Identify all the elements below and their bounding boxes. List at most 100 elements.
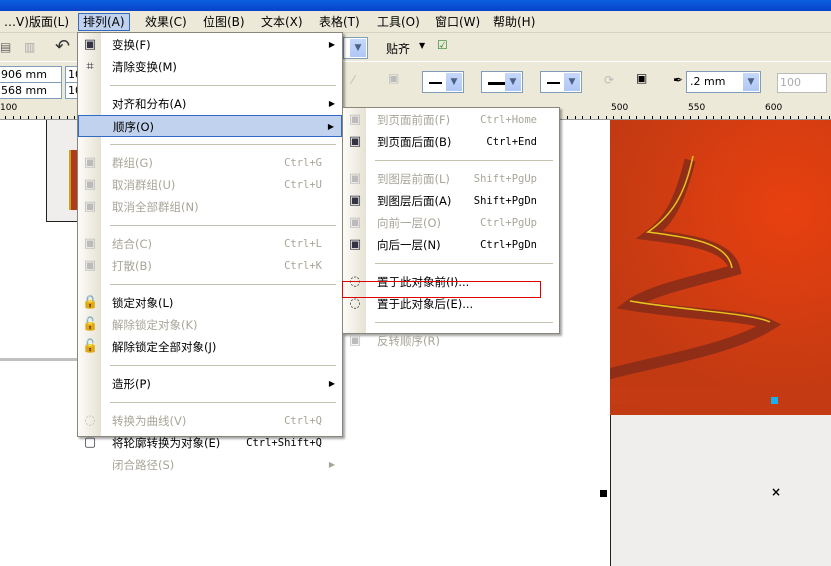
line-preview (429, 82, 442, 84)
unlock-icon: 🔓 (82, 317, 99, 332)
ruler-tick (760, 116, 761, 119)
paste-icon[interactable]: ▥ (24, 40, 35, 54)
ruler-tick (13, 116, 14, 119)
menu-item-shortcut: Ctrl+L (284, 238, 322, 250)
ruler-tick (752, 116, 753, 119)
menu-item-label: 打散(B) (112, 259, 152, 273)
canvas-divider (0, 358, 78, 361)
menu-separator (110, 144, 336, 145)
menu-separator (375, 322, 553, 323)
menu-arrange[interactable]: 排列(A) (78, 13, 130, 31)
ruler-tick (606, 116, 607, 119)
menu-item[interactable]: 文本(X) (257, 13, 307, 31)
break-apart-icon: ▣ (83, 258, 97, 273)
menu-item-label: 对齐和分布(A) (112, 97, 187, 111)
ruler-tick (575, 116, 576, 119)
wrap-text-icon[interactable]: ⟳ (604, 73, 614, 87)
menu-item-label: 到页面前面(F) (377, 113, 451, 127)
options-checklist-icon[interactable]: ☑ (437, 38, 448, 52)
submenu-arrow-icon: ▶ (328, 40, 335, 49)
ruler-tick (567, 116, 568, 119)
menu-item-label: 顺序(O) (113, 120, 155, 134)
menu-item: 🔓 解除锁定对象(K) (78, 314, 342, 336)
menu-item[interactable]: 位图(B) (199, 13, 249, 31)
break-apart-icon[interactable]: ▣ (388, 71, 399, 85)
ungroup-icon: ▣ (83, 177, 97, 192)
snap-button[interactable]: 贴齐 (386, 40, 410, 57)
to-front-icon[interactable]: ▣ (636, 71, 647, 85)
ruler-tick (729, 116, 730, 119)
menu-item-shortcut: Shift+PgDn (473, 195, 537, 207)
menu-item[interactable]: 顺序(O) ▶ (78, 115, 342, 137)
convert-to-curves-icon: ◌ (84, 413, 96, 428)
menu-item-shortcut: Ctrl+U (284, 179, 322, 191)
menu-item[interactable]: 🔓 解除锁定全部对象(J) (78, 336, 342, 358)
menu-item-label: 转换为曲线(V) (112, 414, 187, 428)
menu-item-label: 取消全部群组(N) (112, 200, 199, 214)
opacity-field[interactable]: 100 (777, 73, 827, 93)
outline-pen-icon[interactable]: ✒ (673, 73, 683, 87)
height-field[interactable]: 568 mm (0, 82, 62, 99)
menu-item: 闭合路径(S) ▶ (78, 454, 342, 476)
ruler-tick (644, 116, 645, 119)
outline-width-dropdown[interactable]: .2 mm ▼ (686, 71, 761, 93)
outline-width-value: .2 mm (690, 75, 726, 88)
selection-handle[interactable] (600, 490, 607, 497)
arrange-menu: ▣ 变换(F) ▶ ⌗ 清除变换(M) 对齐和分布(A) ▶ 顺序(O) ▶ ▣ 群组(G) Ctrl… (77, 32, 343, 472)
menu-item[interactable]: 表格(T) (315, 13, 364, 31)
ruler-tick (20, 116, 21, 119)
christmas-tree-artwork (610, 120, 831, 420)
menu-item[interactable]: 工具(O) (373, 13, 424, 31)
title-bar (0, 0, 831, 11)
ruler-tick (598, 116, 599, 119)
menu-item[interactable]: 窗口(W) (431, 13, 484, 31)
menu-item[interactable]: 🔒 锁定对象(L) (78, 292, 342, 314)
ruler-tick (636, 116, 637, 119)
menu-item[interactable]: ⌗ 清除变换(M) (78, 56, 342, 78)
snap-dropdown-icon[interactable]: ▼ (419, 41, 425, 50)
ruler-tick (806, 116, 807, 119)
menu-item-label: 变换(F) (112, 38, 151, 52)
undo-icon[interactable]: ↶ (55, 36, 70, 57)
to-page-back-icon: ▣ (348, 134, 362, 149)
copy-icon[interactable]: ▤ (0, 40, 11, 54)
menu-item[interactable]: 造形(P) ▶ (78, 373, 342, 395)
menu-item-shortcut: Ctrl+Q (284, 415, 322, 427)
menu-item[interactable]: 版面(L) (25, 13, 73, 31)
menu-item-label: 向后一层(N) (377, 238, 441, 252)
line-style-dropdown[interactable]: ▼ (481, 71, 523, 93)
center-marker-icon: × (771, 485, 782, 499)
ribbon-base (610, 384, 831, 419)
node-icon[interactable]: ⁄ (352, 73, 354, 87)
ruler-tick (44, 116, 45, 119)
menu-item-label: 反转顺序(R) (377, 334, 440, 348)
menu-item-shortcut: Ctrl+Shift+Q (246, 437, 322, 449)
menu-item: ▣ 取消群组(U) Ctrl+U (78, 174, 342, 196)
menu-item-label: 群组(G) (112, 156, 153, 170)
ruler-tick (652, 116, 653, 119)
menu-item-label: 锁定对象(L) (112, 296, 174, 310)
menu-item[interactable]: 对齐和分布(A) ▶ (78, 93, 342, 115)
outline-to-object-icon: ▢ (83, 435, 97, 450)
menu-item[interactable]: ▢ 将轮廓转换为对象(E) Ctrl+Shift+Q (78, 432, 342, 454)
start-arrow-dropdown[interactable]: ▼ (422, 71, 464, 93)
selection-handle[interactable] (771, 397, 778, 404)
menu-item-label: 清除变换(M) (112, 60, 177, 74)
ruler-tick (767, 116, 768, 119)
zoom-dropdown[interactable]: ▼ (343, 37, 368, 59)
menu-item[interactable]: 效果(C) (141, 13, 191, 31)
ruler-tick (59, 116, 60, 119)
width-field[interactable]: 906 mm (0, 66, 62, 83)
menu-bar: …V) 版面(L) 排列(A) 效果(C) 位图(B) 文本(X) 表格(T) 工具(O) 窗口… (0, 11, 831, 33)
menu-item[interactable]: ▣ 向后一层(N) Ctrl+PgDn (343, 234, 559, 256)
menu-item[interactable]: 帮助(H) (489, 13, 539, 31)
document-page-right: × (610, 415, 831, 566)
menu-item[interactable]: ▣ 到图层后面(A) Shift+PgDn (343, 190, 559, 212)
ruler-tick (675, 116, 676, 119)
menu-item-shortcut: Ctrl+PgUp (480, 217, 537, 229)
submenu-arrow-icon: ▶ (328, 99, 335, 108)
menu-item[interactable]: ▣ 变换(F) ▶ (78, 34, 342, 56)
ruler-tick (683, 116, 684, 119)
menu-item[interactable]: ▣ 到页面后面(B) Ctrl+End (343, 131, 559, 153)
end-arrow-dropdown[interactable]: ▼ (540, 71, 582, 93)
